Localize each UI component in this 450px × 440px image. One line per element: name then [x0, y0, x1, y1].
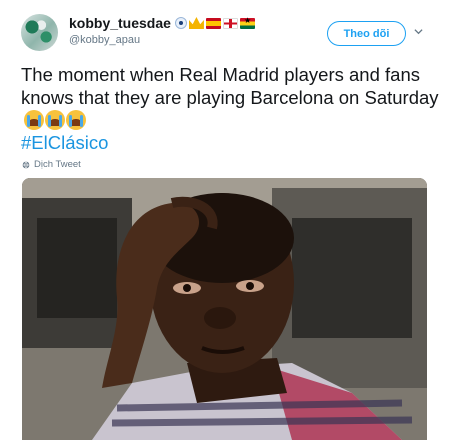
translate-tweet-link[interactable]: Dịch Tweet: [22, 159, 81, 170]
tweet-card: kobby_tuesdae @kobby_apau Theo dõi The m…: [0, 0, 450, 440]
user-name-row: kobby_tuesdae: [69, 14, 255, 32]
photo-illustration: [22, 178, 427, 440]
tweet-text: The moment when Real Madrid players and …: [21, 63, 441, 132]
spain-flag-icon: [205, 17, 221, 29]
chevron-down-icon[interactable]: [414, 27, 423, 36]
england-flag-icon: [222, 17, 238, 29]
crying-face-icon: [45, 110, 65, 130]
hashtag-link[interactable]: #ElClásico: [21, 132, 108, 154]
emoji-group: [24, 110, 86, 130]
user-handle[interactable]: @kobby_apau: [69, 34, 140, 46]
display-name[interactable]: kobby_tuesdae: [69, 15, 171, 31]
avatar[interactable]: [21, 14, 58, 51]
translate-label: Dịch Tweet: [34, 159, 81, 170]
crying-face-icon: [66, 110, 86, 130]
ghana-flag-icon: [239, 16, 255, 29]
crown-icon: [188, 17, 204, 29]
globe-icon: [22, 161, 30, 168]
tweet-body: The moment when Real Madrid players and …: [21, 64, 439, 108]
name-badges: [174, 16, 255, 29]
tweet-photo[interactable]: [22, 178, 427, 440]
follow-button[interactable]: Theo dõi: [327, 21, 406, 46]
crying-face-icon: [24, 110, 44, 130]
eye-icon: [174, 17, 187, 29]
